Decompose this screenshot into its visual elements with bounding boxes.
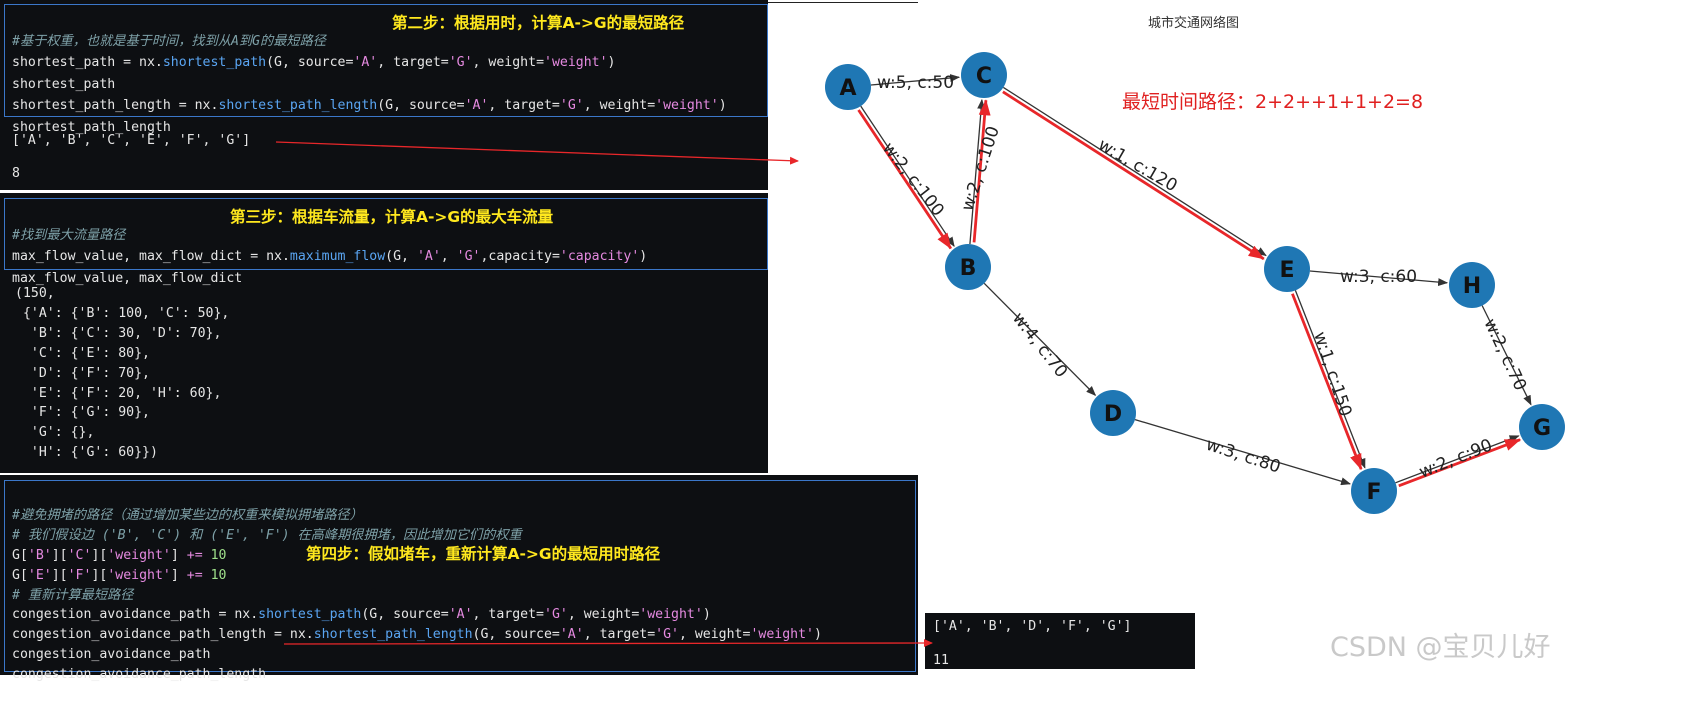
node-label-D: D [1104,402,1122,427]
node-label-C: C [976,64,992,89]
edge-label-B-C: w:2, c:100 [958,124,1004,214]
edge-label-C-E: w:1, c:120 [1095,135,1181,196]
edge-label-E-H: w:3, c:60 [1340,267,1417,287]
watermark: CSDN @宝贝儿好 [1330,632,1551,663]
traffic-network-graph: 城市交通网络图 最短时间路径：2+2++1+1+2=8 w:2, c:100w:… [275,15,1565,663]
edge-label-B-D: w:4, c:70 [1008,309,1071,382]
node-label-H: H [1463,274,1481,299]
shortest-time-note: 最短时间路径：2+2++1+1+2=8 [1122,91,1423,113]
edge-label-A-C: w:5, c:50 [877,73,954,93]
node-label-G: G [1533,416,1551,441]
nodes-layer: A B C D E F G H [825,52,1565,514]
node-label-E: E [1279,258,1294,283]
edge-label-H-G: w:2, c:70 [1479,316,1530,394]
annotation-arrow-2 [283,639,933,648]
edge-label-D-F: w:3, c:80 [1203,435,1282,478]
edge-label-E-F: w:1, c:150 [1309,329,1355,419]
node-label-A: A [839,76,856,101]
highlight-edge-C-E [1002,90,1265,261]
graph-title: 城市交通网络图 [1148,15,1239,31]
edge-label-F-G: w:2, c:90 [1416,435,1495,482]
node-label-B: B [960,256,977,281]
node-label-F: F [1366,480,1381,505]
annotation-arrow-1 [275,141,799,165]
edge-label-A-B: w:2, c:100 [878,139,948,221]
